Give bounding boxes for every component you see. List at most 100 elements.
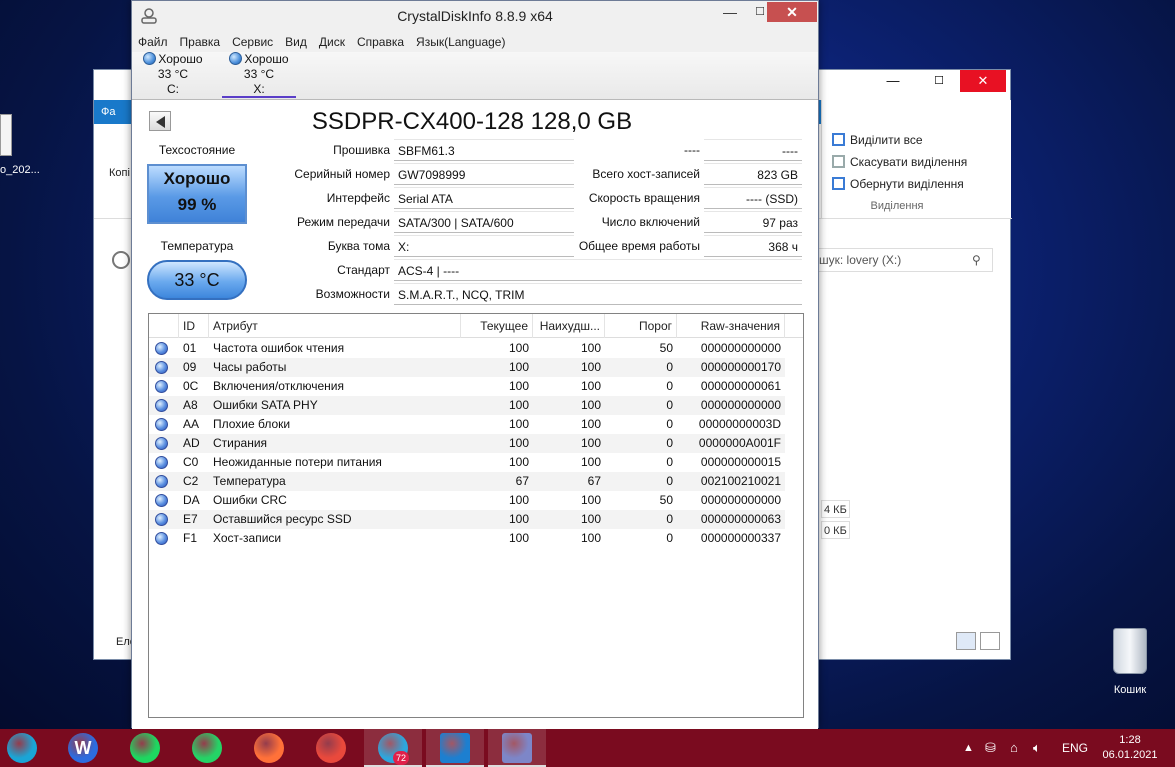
menu-view[interactable]: Вид [279,32,313,52]
clock[interactable]: 1:28 06.01.2021 [1098,733,1162,763]
spotify-icon[interactable] [130,733,160,763]
col-raw[interactable]: Raw-значения [677,314,785,338]
invert-selection-button[interactable]: Обернути виділення [832,174,964,194]
table-cell: 0 [666,360,673,374]
table-row[interactable]: C0 Неожиданные потери питания 100 100 0 00000… [149,453,785,472]
table-row[interactable]: C2 Температура 67 67 0 002100210021 [149,472,785,491]
table-cell: 100 [508,360,529,374]
status-dot-icon [155,475,168,488]
col-threshold[interactable]: Порог [605,314,677,338]
menu-language[interactable]: Язык(Language) [410,32,511,52]
file-size: 4 КБ [821,500,850,518]
back-arrow-icon[interactable] [112,251,130,269]
rotation-rate-label: Скорость вращения [588,191,700,205]
close-button[interactable]: ✕ [767,2,817,22]
crystaldiskinfo-icon[interactable] [502,733,532,763]
features-value: S.M.A.R.T., NCQ, TRIM [394,283,802,305]
wifi-icon[interactable]: ⌂ [1010,729,1018,767]
select-all-button[interactable]: Виділити все [832,130,923,150]
power-on-hours-value: 368 ч [704,235,802,257]
table-cell: Температура [213,474,286,488]
status-dot-icon [155,399,168,412]
menu-bar: Файл Правка Сервис Вид Диск Справка Язык(Langu… [132,32,818,52]
file-size: 0 КБ [821,521,850,539]
disk-tab-c[interactable]: Хорошо 33 °C C: [136,52,210,98]
language-indicator[interactable]: ENG [1062,729,1088,767]
close-button[interactable]: ✕ [960,70,1006,92]
table-cell: 000000000000 [700,398,781,412]
status-dot-icon [155,513,168,526]
search-input[interactable]: шук: lovery (X:) [816,248,993,272]
table-row[interactable]: 0C Включения/отключения 100 100 0 00000000006… [149,377,785,396]
table-cell: 100 [508,493,529,507]
col-attribute[interactable]: Атрибут [209,314,461,338]
table-row[interactable]: AD Стирания 100 100 0 0000000A001F [149,434,785,453]
col-current[interactable]: Текущее [461,314,533,338]
table-row[interactable]: AA Плохие блоки 100 100 0 00000000003D [149,415,785,434]
cdi-titlebar[interactable]: CrystalDiskInfo 8.8.9 x64 — ☐ ✕ [132,1,818,32]
previous-disk-button[interactable] [149,111,171,131]
table-row[interactable]: 09 Часы работы 100 100 0 000000000170 [149,358,785,377]
table-cell: 100 [580,417,601,431]
photos-icon[interactable] [440,733,470,763]
network-status-icon[interactable]: ⛁ [985,729,996,767]
host-writes-label: Всего хост-записей [592,167,700,181]
table-cell: 100 [508,398,529,412]
minimize-button[interactable]: — [870,70,916,92]
temperature-badge[interactable]: 33 °C [147,260,247,300]
menu-service[interactable]: Сервис [226,32,279,52]
disk-tab-x[interactable]: Хорошо 33 °C X: [222,52,296,98]
crystaldiskinfo-window[interactable]: CrystalDiskInfo 8.8.9 x64 — ☐ ✕ Файл Прав… [131,0,819,729]
large-icons-view-icon[interactable] [980,632,1000,650]
table-cell: Стирания [213,436,268,450]
recycle-bin[interactable]: Кошик [1100,628,1160,703]
table-cell: 100 [508,531,529,545]
table-cell: 00000000003D [698,417,781,431]
table-cell: 100 [580,512,601,526]
table-cell: AD [183,436,200,450]
desktop-file-icon[interactable]: o_202... [0,112,40,187]
menu-edit[interactable]: Правка [174,32,227,52]
table-row[interactable]: DA Ошибки CRC 100 100 50 000000000000 [149,491,785,510]
rotation-rate-value: ---- (SSD) [704,187,802,209]
menu-file[interactable]: Файл [132,32,174,52]
table-cell: 000000000061 [700,379,781,393]
status-dot-icon [155,532,168,545]
table-row[interactable]: F1 Хост-записи 100 100 0 000000000337 [149,529,785,548]
standard-label: Стандарт [337,263,390,277]
ribbon-tab-file[interactable]: Фа [101,106,131,118]
chrome-icon[interactable] [316,733,346,763]
table-cell: 100 [580,341,601,355]
volume-icon[interactable]: 🔈︎ [1033,729,1041,767]
show-hidden-icons-chevron-icon[interactable]: ▲ [963,729,974,767]
deselect-button[interactable]: Скасувати виділення [832,152,967,172]
invert-selection-icon [832,177,845,190]
firefox-icon[interactable] [254,733,284,763]
menu-help[interactable]: Справка [351,32,410,52]
whatsapp-icon[interactable] [192,733,222,763]
status-dot-icon [143,52,157,65]
table-header: ID Атрибут Текущее Наихудш... Порог Raw-… [149,314,803,338]
details-view-icon[interactable] [956,632,976,650]
selection-ribbon-group: Виділити все Скасувати виділення Обернут… [821,100,1011,218]
table-row[interactable]: E7 Оставшийся ресурс SSD 100 100 0 0000000000… [149,510,785,529]
col-id[interactable]: ID [179,314,209,338]
edge-icon[interactable] [7,733,37,763]
maximize-button[interactable]: ☐ [916,70,962,92]
select-all-icon [832,133,845,146]
col-worst[interactable]: Наихудш... [533,314,605,338]
table-cell: AA [183,417,200,431]
serial-value: GW7098999 [394,163,574,185]
temperature-label: Температура [160,239,234,253]
desktop-file-label: o_202... [0,164,40,176]
disk-info-panel: SSDPR-CX400-128 128,0 GB Техсостояние Хо… [132,99,818,729]
menu-disk[interactable]: Диск [313,32,351,52]
table-row[interactable]: A8 Ошибки SATA PHY 100 100 0 000000000000 [149,396,785,415]
firmware-label: Прошивка [333,143,390,157]
wps-writer-icon[interactable]: W [68,733,98,763]
interface-label: Интерфейс [326,191,390,205]
health-status-badge[interactable]: Хорошо 99 % [147,164,247,224]
table-row[interactable]: 01 Частота ошибок чтения 100 100 50 000000000… [149,339,785,358]
status-dot-icon [155,380,168,393]
smart-attributes-table[interactable]: ID Атрибут Текущее Наихудш... Порог Raw-… [148,313,804,718]
